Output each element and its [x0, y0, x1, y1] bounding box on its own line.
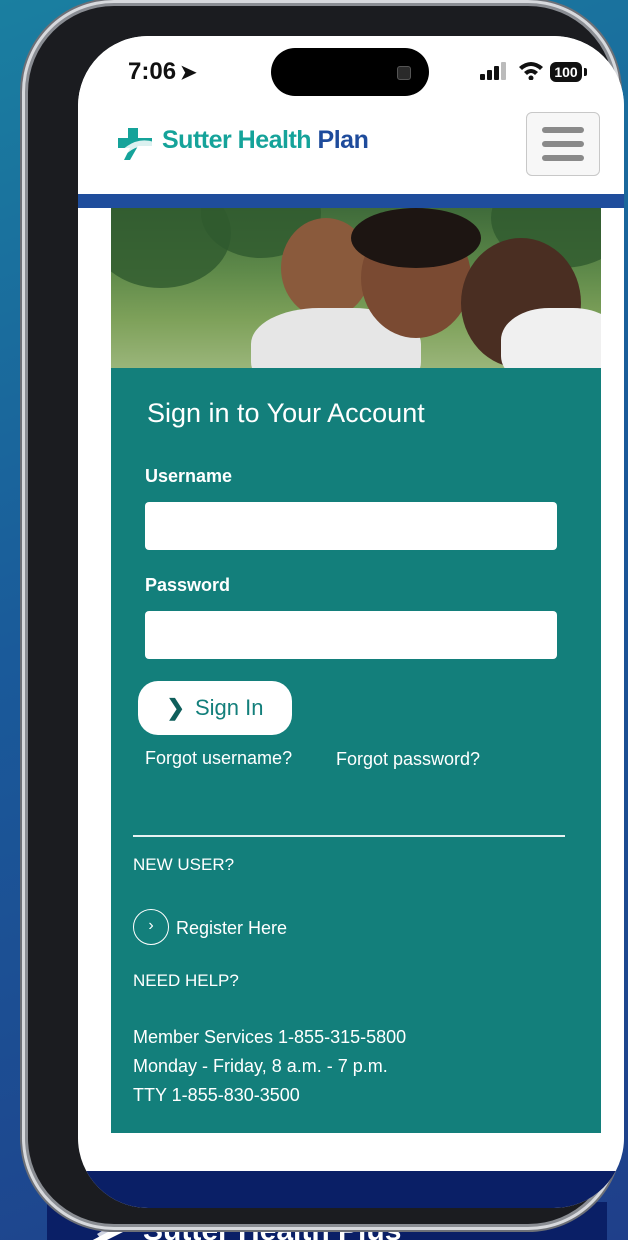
- status-bar: 7:06 ➤ 100: [78, 36, 624, 106]
- need-help-heading: NEED HELP?: [133, 971, 239, 990]
- clock: 7:06 ➤: [128, 58, 197, 86]
- service-hours: Monday - Friday, 8 a.m. - 7 p.m.: [133, 1056, 388, 1076]
- brand-name-part2: Plan: [317, 126, 369, 154]
- signin-panel: Sign in to Your Account Username Passwor…: [111, 368, 601, 1133]
- hamburger-menu-button[interactable]: [526, 112, 600, 176]
- site-footer: [78, 1171, 624, 1208]
- volume-up-button: [20, 310, 25, 390]
- hamburger-menu-icon: [542, 127, 584, 133]
- circle-chevron-right-icon[interactable]: ›: [133, 909, 169, 945]
- hero-mother-hair: [351, 208, 481, 268]
- header-accent-bar: [78, 194, 624, 208]
- password-input[interactable]: [145, 611, 557, 659]
- forgot-password-link[interactable]: Forgot password?: [336, 749, 480, 770]
- wifi-icon: [519, 62, 543, 80]
- tty-phone[interactable]: TTY 1-855-830-3500: [133, 1085, 300, 1106]
- username-input[interactable]: [145, 502, 557, 550]
- username-label: Username: [145, 466, 233, 486]
- camera-indicator-icon: [397, 66, 411, 80]
- silent-switch: [20, 230, 25, 268]
- hero-family-image: [111, 208, 601, 368]
- dynamic-island: [271, 48, 429, 96]
- phone-frame: 7:06 ➤ 100 Sutter Health Plan Sign in to…: [28, 6, 624, 1224]
- brand-name-part1: Sutter Health: [162, 126, 312, 154]
- battery-icon: 100: [550, 62, 587, 82]
- hamburger-line: [542, 155, 584, 161]
- chevron-right-icon: ❯: [166, 695, 185, 720]
- signin-title: Sign in to Your Account: [147, 398, 425, 428]
- sign-in-button[interactable]: ❯ Sign In: [138, 681, 292, 735]
- clock-text: 7:06: [128, 58, 177, 85]
- forgot-username-link[interactable]: Forgot username?: [145, 748, 292, 769]
- phone-screen: 7:06 ➤ 100 Sutter Health Plan Sign in to…: [78, 36, 624, 1208]
- new-user-heading: NEW USER?: [133, 855, 235, 874]
- site-header: Sutter Health Plan: [78, 106, 624, 194]
- password-label: Password: [145, 575, 231, 595]
- register-here-link[interactable]: Register Here: [176, 918, 287, 939]
- brand-logo-text[interactable]: Sutter Health Plan: [162, 126, 369, 155]
- member-services-phone[interactable]: Member Services 1-855-315-5800: [133, 1027, 406, 1048]
- volume-down-button: [20, 418, 25, 498]
- section-divider: [133, 835, 565, 837]
- sign-in-button-label: Sign In: [194, 695, 264, 720]
- hero-father-shirt: [501, 308, 601, 368]
- location-arrow-icon: ➤: [180, 62, 197, 84]
- hamburger-line: [542, 141, 584, 147]
- sutter-logo-icon[interactable]: [116, 126, 156, 162]
